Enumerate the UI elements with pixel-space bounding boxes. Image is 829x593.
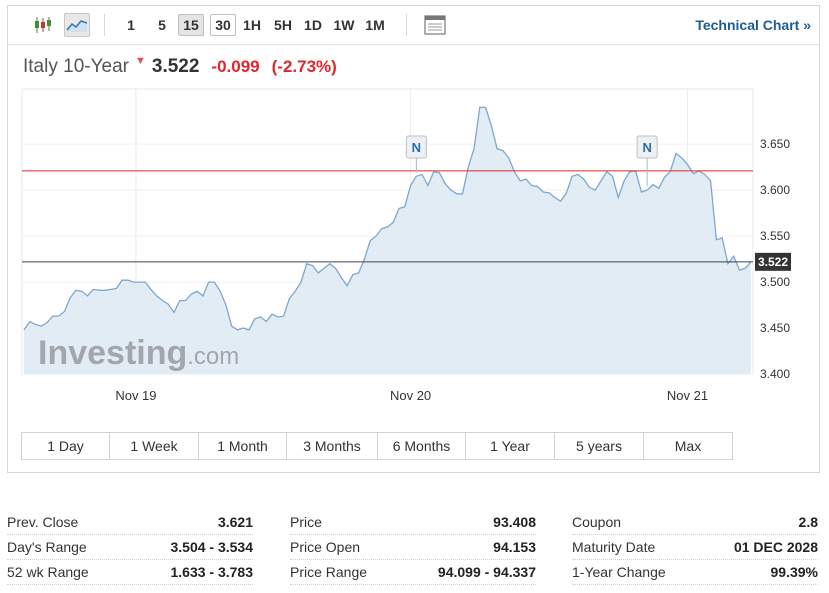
current-price-label: 3.522 [758,255,788,269]
range-max[interactable]: Max [644,433,732,459]
stat-row-day-s-range: Day's Range 3.504 - 3.534 [7,535,253,560]
x-tick-label: Nov 20 [390,388,431,403]
range-6-months[interactable]: 6 Months [378,433,466,459]
x-tick-label: Nov 21 [667,388,708,403]
range-3-months[interactable]: 3 Months [287,433,378,459]
stat-label: Coupon [572,514,622,530]
stat-label: Price Range [290,564,368,580]
stat-value: 1.633 - 3.783 [170,564,253,580]
x-tick-label: Nov 19 [115,388,156,403]
stat-row-price-open: Price Open 94.153 [290,535,536,560]
stat-value: 93.408 [493,514,536,530]
range-1-year[interactable]: 1 Year [466,433,555,459]
stats-column: Coupon 2.8 Maturity Date 01 DEC 2028 1-Year … [572,510,818,585]
stat-row-1-year-change: 1-Year Change 99.39% [572,560,818,585]
y-tick-label: 3.400 [760,367,790,381]
stat-label: Price [290,514,322,530]
stat-row-price: Price 93.408 [290,510,536,535]
stat-label: Prev. Close [7,514,79,530]
y-tick-label: 3.600 [760,183,790,197]
stat-row-prev-close: Prev. Close 3.621 [7,510,253,535]
stat-row-price-range: Price Range 94.099 - 94.337 [290,560,536,585]
news-marker-label: N [412,140,421,155]
news-marker-label: N [642,140,651,155]
stat-row-52-wk-range: 52 wk Range 1.633 - 3.783 [7,560,253,585]
stat-label: Maturity Date [572,539,656,555]
stat-row-coupon: Coupon 2.8 [572,510,818,535]
stat-value: 94.153 [493,539,536,555]
stat-value: 99.39% [770,564,818,580]
stat-label: Price Open [290,539,361,555]
stats-column: Price 93.408 Price Open 94.153 Price Range 94… [290,510,536,585]
stat-value: 2.8 [798,514,818,530]
chart-widget: 1 5 15 30 1H 5H 1D 1W 1M Technical Chart » Italy… [7,5,820,473]
stat-label: Day's Range [7,539,87,555]
y-tick-label: 3.450 [760,321,790,335]
stat-value: 01 DEC 2028 [733,539,818,555]
y-tick-label: 3.550 [760,229,790,243]
range-1-month[interactable]: 1 Month [199,433,287,459]
stat-value: 3.621 [217,514,253,530]
y-tick-label: 3.500 [760,275,790,289]
stat-value: 94.099 - 94.337 [437,564,536,580]
range-1-week[interactable]: 1 Week [110,433,199,459]
stats-column: Prev. Close 3.621 Day's Range 3.504 - 3.534… [7,510,253,585]
stat-label: 1-Year Change [572,564,666,580]
stat-label: 52 wk Range [7,564,89,580]
y-tick-label: 3.650 [760,137,790,151]
stat-row-maturity-date: Maturity Date 01 DEC 2028 [572,535,818,560]
range-5-years[interactable]: 5 years [555,433,644,459]
stat-value: 3.504 - 3.534 [170,539,253,555]
range-selector: 1 Day 1 Week 1 Month 3 Months 6 Months 1 Year… [21,432,733,460]
range-1-day[interactable]: 1 Day [22,433,110,459]
price-chart[interactable]: Investing.comN N 3.6503.6003.5503.5003.450… [8,6,819,426]
